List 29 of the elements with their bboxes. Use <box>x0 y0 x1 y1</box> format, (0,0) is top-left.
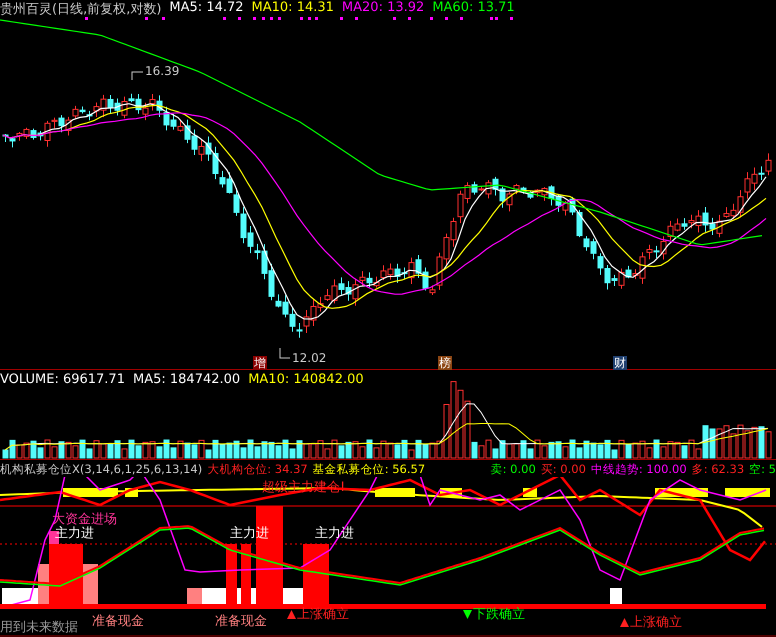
volume-reading: VOLUME: 69617.71 <box>0 372 125 387</box>
chart-annotation: 准备现金 <box>92 613 144 630</box>
event-badge: 增 <box>253 356 267 370</box>
indicator-reading: 空: 5 <box>749 462 776 477</box>
volume-reading: MA10: 140842.00 <box>248 372 364 387</box>
moving-average-reading: MA10: 14.31 <box>252 0 334 17</box>
chart-annotation: 准备现金 <box>215 613 267 630</box>
volume-reading: MA5: 184742.00 <box>132 372 240 387</box>
indicator-reading: 买: 0.00 <box>540 462 586 477</box>
chart-annotation: 主力进 <box>315 525 354 542</box>
indicator-reading: 大机构仓位: 34.37 <box>207 462 308 477</box>
price-marker: 16.39 <box>145 64 180 78</box>
moving-average-reading: MA5: 14.72 <box>169 0 244 17</box>
chart-annotation: 上涨确立 <box>620 613 682 631</box>
indicator-reading: 卖: 0.00 <box>490 462 536 477</box>
indicator-reading: 中线趋势: 100.00 <box>590 462 687 477</box>
indicator-reading: 基金私募仓位: 56.57 <box>312 462 426 477</box>
chart-annotation: 上涨确立 <box>287 605 349 623</box>
event-badge: 榜 <box>438 356 452 370</box>
indicator-title: 机构私募仓位X(3,14,6,1,25,6,13,14) <box>0 462 202 477</box>
chart-annotation: 主力进 <box>230 525 269 542</box>
moving-average-reading: MA20: 13.92 <box>342 0 424 17</box>
indicator-reading: 多: 62.33 <box>692 462 744 477</box>
price-marker: 12.02 <box>292 351 326 365</box>
chart-title: 贵州百灵(日线,前复权,对数) <box>0 1 162 18</box>
warning-text: 用到未来数据 <box>0 619 78 636</box>
chart-annotation: 下跌确立 <box>463 605 525 623</box>
event-badge: 财 <box>613 356 627 370</box>
moving-average-reading: MA60: 13.71 <box>432 0 515 17</box>
